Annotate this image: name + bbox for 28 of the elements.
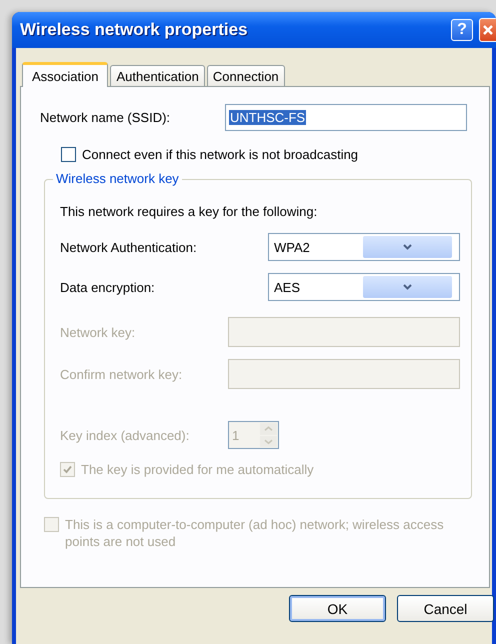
field-label: Data encryption: — [60, 280, 156, 294]
checkbox[interactable] — [61, 147, 76, 162]
input-field[interactable] — [228, 317, 460, 347]
tab[interactable]: Connection — [206, 65, 285, 86]
group-title: Wireless network key — [53, 171, 182, 186]
group-text: This network requires a key for the following: — [60, 204, 318, 219]
field-value: UNTHSC-FS — [229, 110, 306, 125]
close-button[interactable] — [479, 18, 496, 42]
checkbox-label: The key is provided for me automatically — [81, 461, 314, 478]
check-icon — [63, 465, 72, 474]
checkbox-label: Connect even if this network is not broadcasting — [82, 146, 358, 163]
field-label: Network Authentication: — [60, 240, 198, 254]
spin-arrows-icon — [260, 423, 277, 447]
field-label: Key index (advanced): — [60, 428, 190, 442]
dropdown[interactable]: WPA2 — [268, 233, 460, 261]
checkbox-label: This is a computer-to-computer (ad hoc) network; wireless access points are not used — [65, 516, 444, 550]
window-title: Wireless network properties — [20, 20, 249, 40]
field-label: Network key: — [60, 324, 136, 340]
dialog-button[interactable]: Cancel — [397, 595, 494, 622]
close-icon — [482, 24, 494, 36]
input-field[interactable] — [228, 359, 460, 389]
field-label: Network name (SSID): — [40, 110, 172, 125]
dialog-button[interactable]: OK — [289, 595, 386, 622]
ssid-field[interactable]: UNTHSC-FS — [225, 104, 467, 131]
dropdown[interactable]: AES — [268, 273, 460, 301]
tab[interactable]: Association — [22, 62, 108, 87]
tab[interactable]: Authentication — [110, 65, 205, 86]
field-label: Confirm network key: — [60, 366, 184, 382]
